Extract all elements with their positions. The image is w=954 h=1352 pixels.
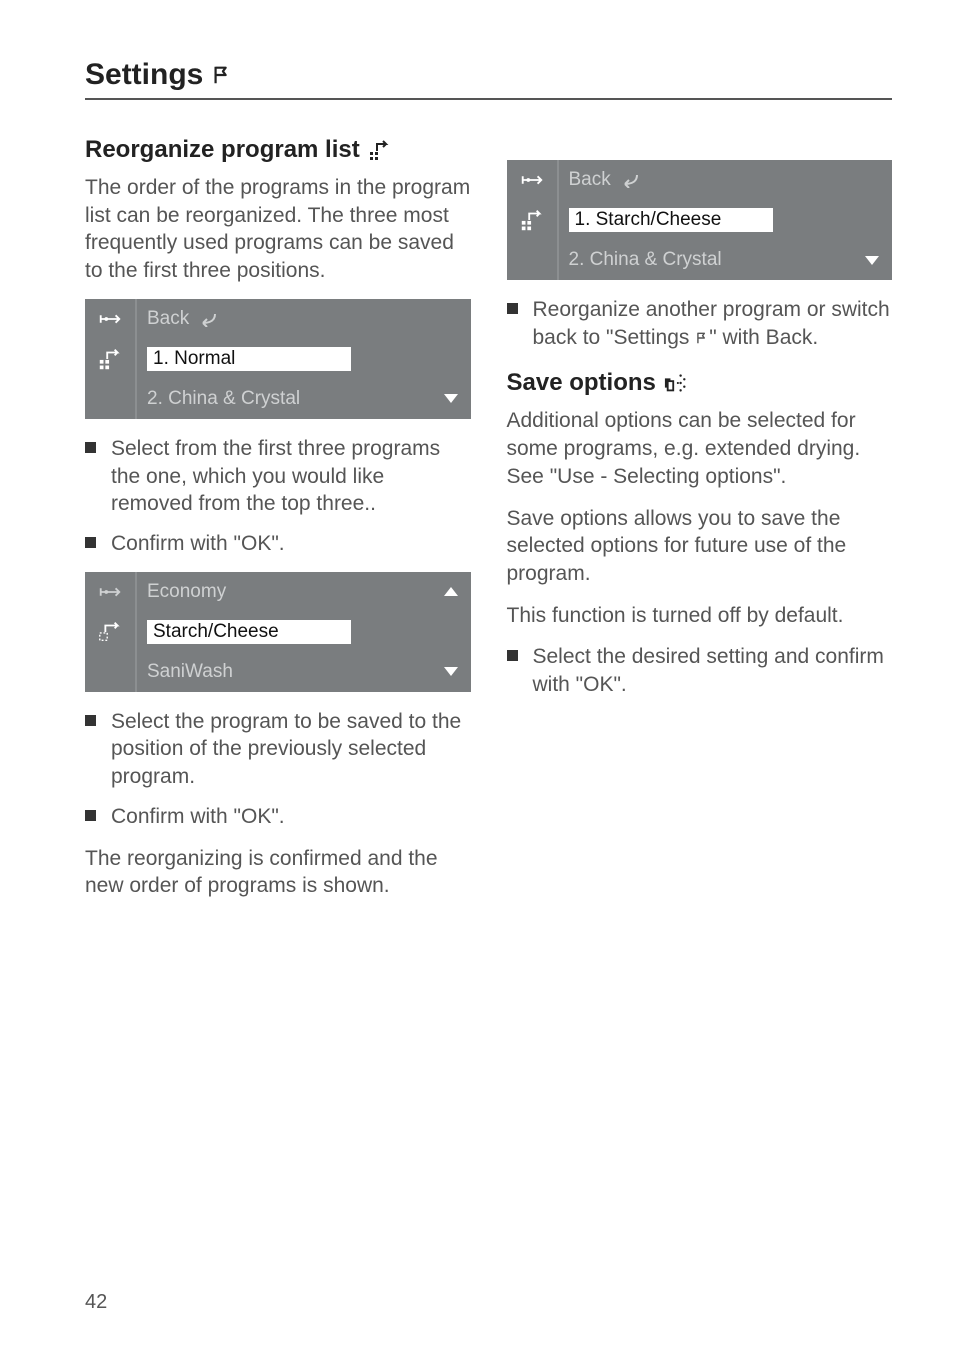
step-item: Reorganize another program or switch bac… bbox=[507, 296, 893, 351]
lcd2-row3-icon bbox=[85, 652, 137, 692]
lcd2-row2: Starch/Cheese bbox=[85, 612, 471, 652]
step-item: Select the desired setting and confirm w… bbox=[507, 643, 893, 698]
page-title: Settings bbox=[85, 58, 892, 92]
lcd3-row3: 2. China & Crystal bbox=[507, 240, 893, 280]
lcd-panel-2: Economy Starch/Cheese SaniWash bbox=[85, 572, 471, 692]
down-arrow-icon bbox=[852, 240, 892, 280]
step-item: Select the program to be saved to the po… bbox=[85, 708, 471, 791]
down-arrow-icon bbox=[431, 652, 471, 692]
reorganize-intro: The order of the programs in the program… bbox=[85, 174, 471, 285]
reorganize-heading: Reorganize program list bbox=[85, 136, 471, 164]
save-options-p2: Save options allows you to save the sele… bbox=[507, 505, 893, 588]
settings-icon bbox=[507, 160, 559, 200]
lcd2-row2-arrow bbox=[431, 612, 471, 652]
step-item: Confirm with "OK". bbox=[85, 530, 471, 558]
lcd2-row3: SaniWash bbox=[85, 652, 471, 692]
lcd2-row3-label: SaniWash bbox=[137, 652, 431, 692]
down-arrow-icon bbox=[431, 379, 471, 419]
lcd3-row1-arrow bbox=[852, 160, 892, 200]
up-arrow-icon bbox=[431, 572, 471, 612]
lcd1-row1: Back bbox=[85, 299, 471, 339]
lcd3-row3-label: 2. China & Crystal bbox=[559, 240, 853, 280]
back-arrow-icon bbox=[619, 172, 639, 188]
lcd3-row2: 1. Starch/Cheese bbox=[507, 200, 893, 240]
step-item: Select from the first three programs the… bbox=[85, 435, 471, 518]
lcd-panel-3: Back 1. Starch/Cheese bbox=[507, 160, 893, 280]
left-column: Reorganize program list The order of the… bbox=[85, 128, 471, 914]
reorganize-outro: The reorganizing is confirmed and the ne… bbox=[85, 845, 471, 900]
lcd3-selected-label: 1. Starch/Cheese bbox=[559, 200, 853, 240]
back-arrow-icon bbox=[197, 311, 217, 327]
lcd3-back-label: Back bbox=[559, 160, 853, 200]
save-options-icon bbox=[664, 371, 688, 395]
lcd1-back-label: Back bbox=[137, 299, 431, 339]
lcd2-selected-label: Starch/Cheese bbox=[137, 612, 431, 652]
reorganize-heading-text: Reorganize program list bbox=[85, 136, 360, 164]
reorganize-icon bbox=[368, 138, 392, 162]
lcd1-row2-arrow bbox=[431, 339, 471, 379]
lcd1-row1-arrow bbox=[431, 299, 471, 339]
lcd1-row2: 1. Normal bbox=[85, 339, 471, 379]
settings-icon bbox=[85, 299, 137, 339]
step-item: Confirm with "OK". bbox=[85, 803, 471, 831]
save-options-p3: This function is turned off by default. bbox=[507, 602, 893, 630]
move-program-icon bbox=[85, 612, 137, 652]
steps-list-right-1: Reorganize another program or switch bac… bbox=[507, 296, 893, 351]
save-options-heading-text: Save options bbox=[507, 369, 656, 397]
lcd1-row3-label: 2. China & Crystal bbox=[137, 379, 431, 419]
program-list-icon bbox=[507, 200, 559, 240]
steps-list-right-2: Select the desired setting and confirm w… bbox=[507, 643, 893, 698]
program-list-icon bbox=[85, 339, 137, 379]
save-options-heading: Save options bbox=[507, 369, 893, 397]
settings-icon bbox=[85, 572, 137, 612]
page-title-text: Settings bbox=[85, 58, 203, 92]
flag-icon bbox=[695, 326, 709, 349]
document-page: Settings Reorganize program list The ord… bbox=[0, 0, 954, 1352]
steps-list-1: Select from the first three programs the… bbox=[85, 435, 471, 558]
lcd3-row3-icon bbox=[507, 240, 559, 280]
lcd3-row1: Back bbox=[507, 160, 893, 200]
page-number: 42 bbox=[85, 1291, 107, 1314]
lcd2-row1: Economy bbox=[85, 572, 471, 612]
right-column: Back 1. Starch/Cheese bbox=[507, 128, 893, 914]
lcd1-row3-icon bbox=[85, 379, 137, 419]
lcd3-row2-arrow bbox=[852, 200, 892, 240]
lcd-panel-1: Back 1. Normal bbox=[85, 299, 471, 419]
two-column-layout: Reorganize program list The order of the… bbox=[85, 128, 892, 914]
flag-icon bbox=[211, 64, 233, 86]
lcd1-row3: 2. China & Crystal bbox=[85, 379, 471, 419]
steps-list-2: Select the program to be saved to the po… bbox=[85, 708, 471, 831]
save-options-p1: Additional options can be selected for s… bbox=[507, 407, 893, 490]
title-rule bbox=[85, 98, 892, 100]
lcd2-row1-label: Economy bbox=[137, 572, 431, 612]
lcd1-selected-label: 1. Normal bbox=[137, 339, 431, 379]
